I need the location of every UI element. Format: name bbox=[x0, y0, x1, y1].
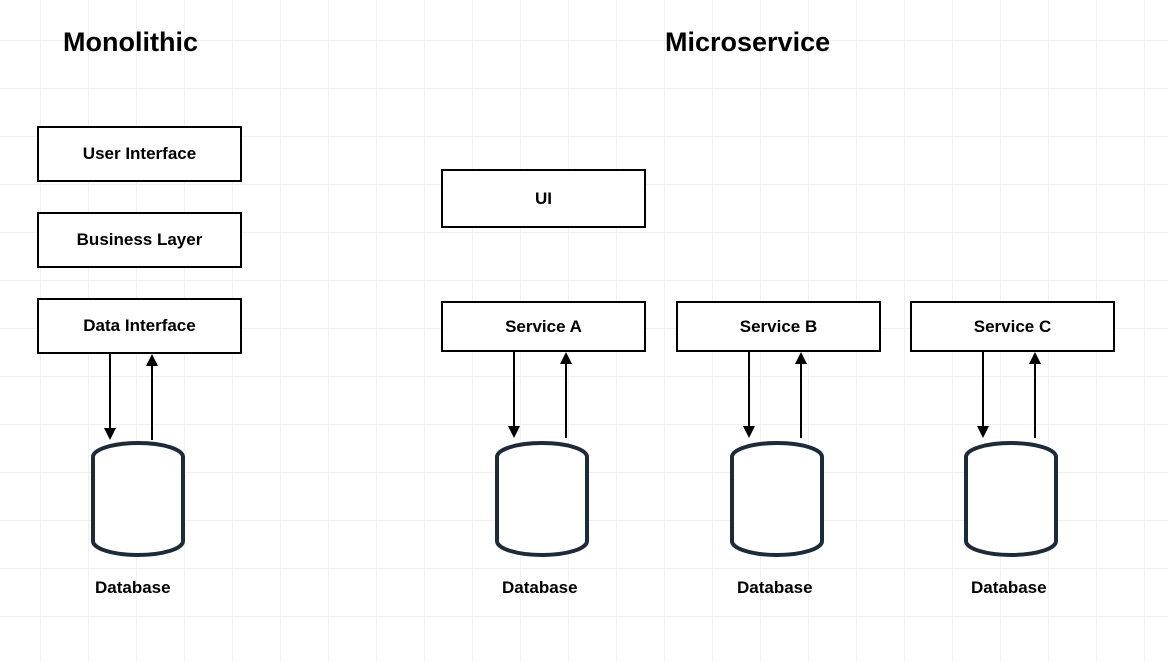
box-data-interface: Data Interface bbox=[37, 298, 242, 354]
box-label: User Interface bbox=[83, 144, 196, 164]
database-cylinder-icon bbox=[492, 441, 592, 561]
database-label: Database bbox=[737, 578, 813, 598]
database-label: Database bbox=[95, 578, 171, 598]
arrows-service-a bbox=[494, 352, 594, 444]
box-label: UI bbox=[535, 189, 552, 209]
box-business-layer: Business Layer bbox=[37, 212, 242, 268]
box-label: Business Layer bbox=[77, 230, 203, 250]
box-label: Data Interface bbox=[83, 316, 195, 336]
database-cylinder-icon bbox=[727, 441, 827, 561]
box-user-interface: User Interface bbox=[37, 126, 242, 182]
box-service-b: Service B bbox=[676, 301, 881, 352]
diagram-canvas: Monolithic Microservice User Interface B… bbox=[0, 0, 1168, 662]
box-label: Service C bbox=[974, 317, 1052, 337]
arrows-service-c bbox=[963, 352, 1063, 444]
microservice-title: Microservice bbox=[665, 27, 830, 58]
box-microservice-ui: UI bbox=[441, 169, 646, 228]
box-service-c: Service C bbox=[910, 301, 1115, 352]
box-service-a: Service A bbox=[441, 301, 646, 352]
monolithic-title: Monolithic bbox=[63, 27, 198, 58]
box-label: Service A bbox=[505, 317, 582, 337]
arrows-service-b bbox=[729, 352, 829, 444]
database-label: Database bbox=[971, 578, 1047, 598]
database-cylinder-icon bbox=[88, 441, 188, 561]
box-label: Service B bbox=[740, 317, 818, 337]
arrows-monolithic bbox=[90, 354, 190, 446]
database-label: Database bbox=[502, 578, 578, 598]
database-cylinder-icon bbox=[961, 441, 1061, 561]
